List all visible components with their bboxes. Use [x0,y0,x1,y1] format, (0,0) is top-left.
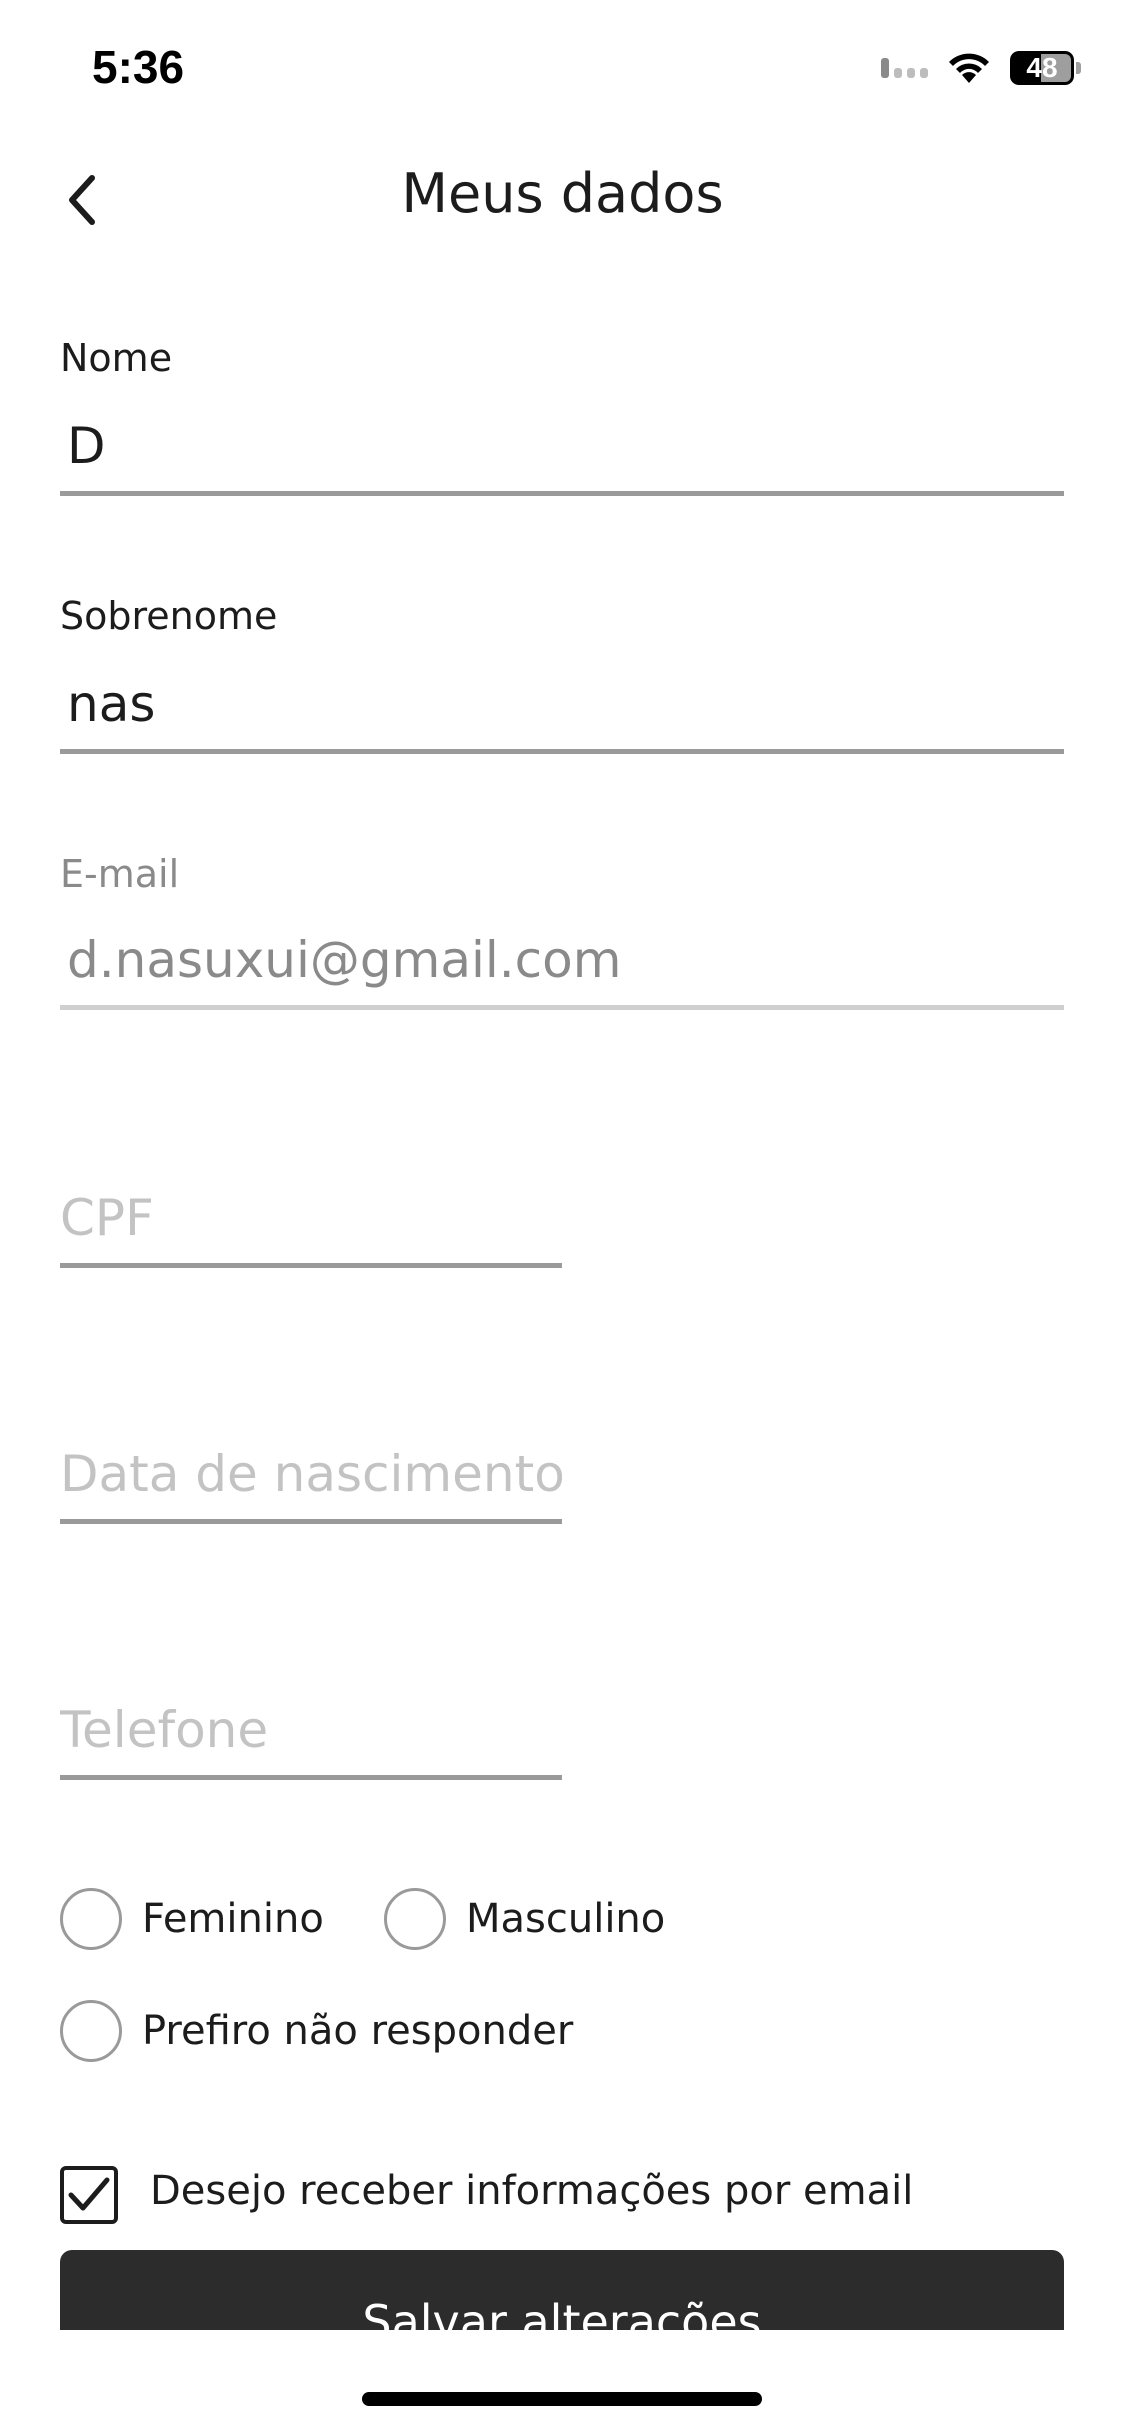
status-time: 5:36 [92,41,185,93]
checkmark-icon [68,2177,110,2211]
radio-feminino[interactable]: Feminino [60,1888,324,1950]
radio-masculino-label: Masculino [466,1896,666,1942]
radio-prefiro-label: Prefiro não responder [142,2008,574,2054]
battery-icon: 48 [1010,51,1074,85]
sobrenome-label: Sobrenome [60,594,278,638]
nome-label: Nome [60,336,173,380]
save-button[interactable]: Salvar alterações [60,2250,1064,2330]
battery-level: 48 [1026,52,1058,83]
nome-input[interactable] [60,400,1064,496]
radio-masculino-circle[interactable] [384,1888,446,1950]
signal-icon [881,58,928,78]
home-indicator[interactable] [362,2392,762,2406]
phone-input[interactable] [60,1684,562,1780]
save-button-viewport: Salvar alterações [0,2250,1125,2330]
birthdate-input[interactable] [60,1428,562,1524]
newsletter-label: Desejo receber informações por email [150,2168,914,2214]
radio-masculino[interactable]: Masculino [384,1888,665,1950]
email-input [60,914,1064,1010]
status-icons: 48 [881,46,1081,90]
sobrenome-input[interactable] [60,658,1064,754]
page-title: Meus dados [401,162,724,225]
wifi-icon [949,53,989,83]
radio-feminino-label: Feminino [142,1896,324,1942]
newsletter-checkbox[interactable] [60,2166,118,2224]
radio-prefiro-nao-responder[interactable]: Prefiro não responder [60,2000,573,2062]
email-label: E-mail [60,852,180,896]
radio-feminino-circle[interactable] [60,1888,122,1950]
battery-cap [1076,62,1081,74]
cpf-input[interactable] [60,1172,562,1268]
radio-prefiro-circle[interactable] [60,2000,122,2062]
